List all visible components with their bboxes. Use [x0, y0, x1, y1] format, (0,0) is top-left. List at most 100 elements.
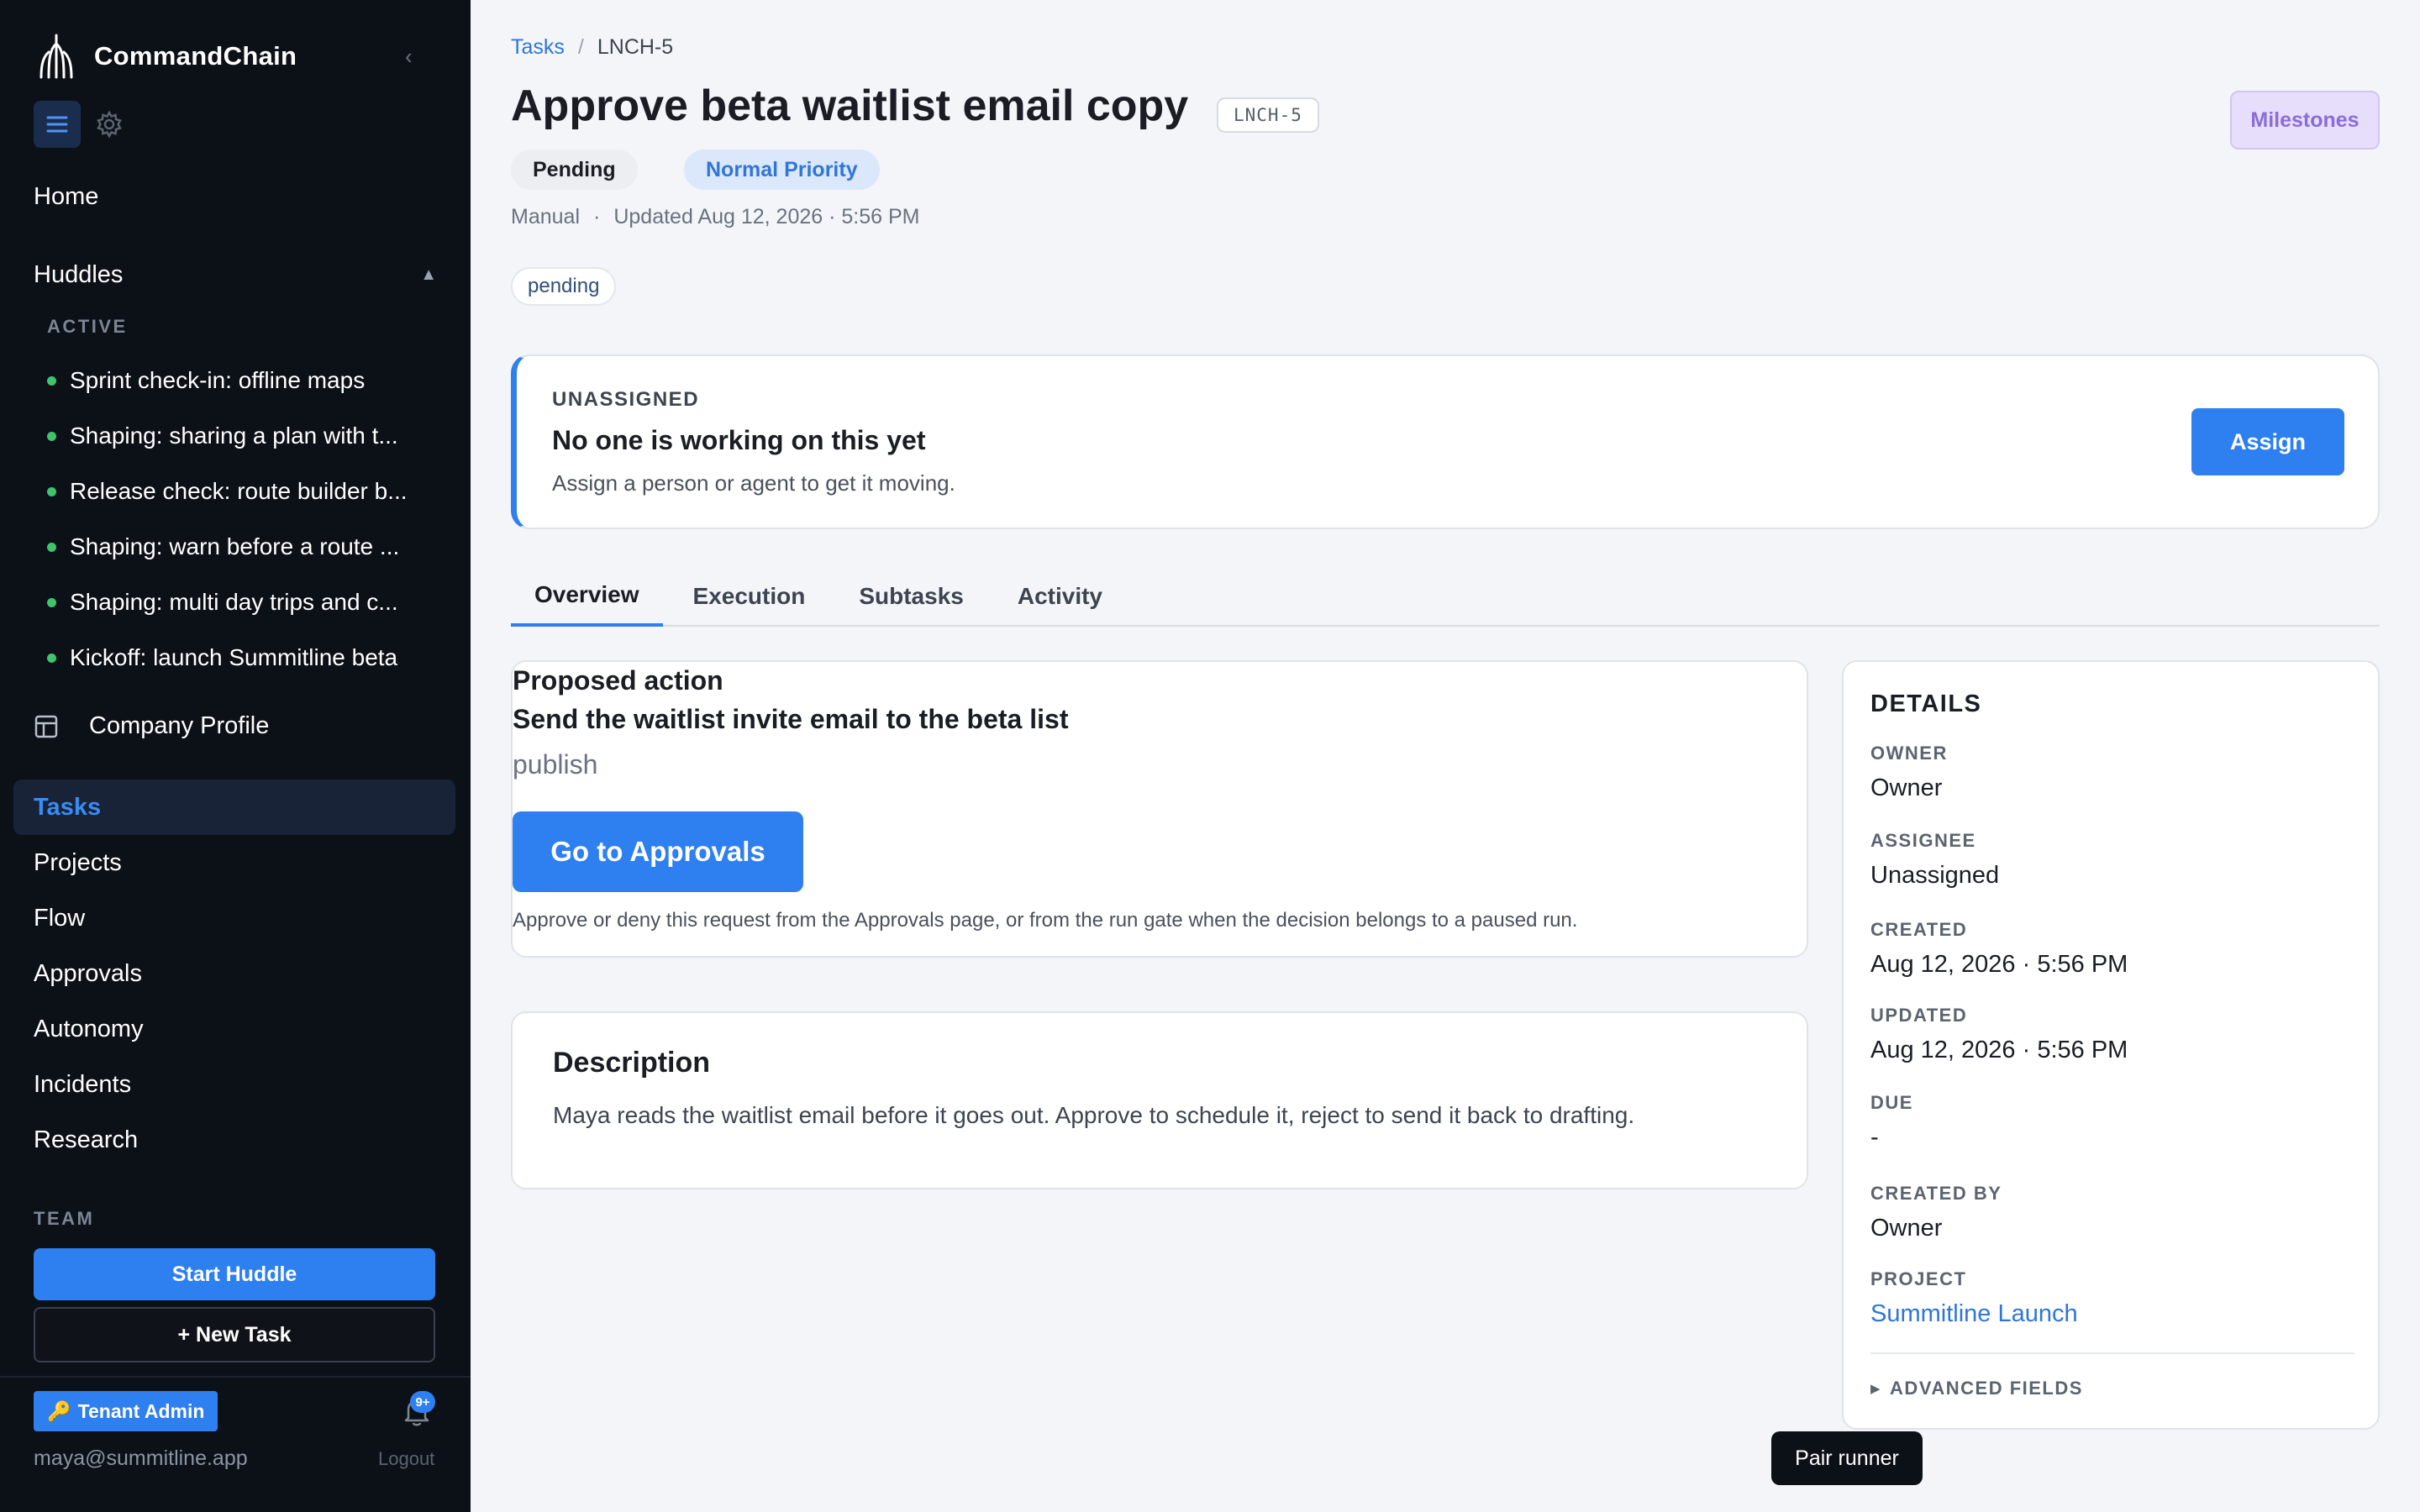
advanced-fields-label: ADVANCED FIELDS	[1890, 1378, 2083, 1399]
tab-subtasks[interactable]: Subtasks	[835, 566, 987, 627]
task-updated: Updated Aug 12, 2026 · 5:56 PM	[613, 205, 920, 228]
key-icon: 🔑	[47, 1399, 71, 1422]
proposed-action-card: Proposed action Send the waitlist invite…	[511, 660, 1808, 958]
proposed-action-kind: publish	[513, 749, 598, 780]
new-task-button[interactable]: + New Task	[34, 1307, 435, 1362]
app-name: CommandChain	[94, 41, 297, 71]
huddle-item[interactable]: Shaping: multi day trips and c...	[47, 575, 435, 630]
detail-label: CREATED BY	[1870, 1183, 2002, 1204]
detail-owner: OWNER Owner	[1870, 743, 1948, 802]
nav-autonomy[interactable]: Autonomy	[13, 1001, 455, 1057]
active-status-dot-icon	[47, 597, 56, 607]
layout-panel-icon	[34, 715, 58, 738]
task-source: Manual	[511, 205, 580, 228]
status-badge[interactable]: Pending	[511, 150, 638, 190]
proposed-action-label: Proposed action	[513, 665, 723, 696]
brand[interactable]: CommandChain	[34, 32, 297, 81]
caret-up-icon: ▲	[420, 265, 437, 284]
detail-value: Aug 12, 2026 · 5:56 PM	[1870, 1037, 2128, 1063]
sidebar: CommandChain ‹ Home Huddles ▲ ACTIVE Spr…	[0, 0, 471, 1512]
tenant-admin-badge[interactable]: 🔑 Tenant Admin	[34, 1391, 218, 1431]
milestones-button[interactable]: Milestones	[2230, 91, 2380, 150]
hamburger-icon	[46, 116, 68, 133]
tab-execution[interactable]: Execution	[670, 566, 829, 627]
nav-incidents[interactable]: Incidents	[13, 1057, 455, 1112]
huddle-label: Kickoff: launch Summitline beta	[70, 644, 398, 670]
description-title: Description	[553, 1047, 711, 1079]
unassigned-label: UNASSIGNED	[552, 388, 700, 411]
detail-due: DUE -	[1870, 1092, 1913, 1152]
active-huddles-label: ACTIVE	[47, 316, 128, 337]
huddles-section-toggle[interactable]: Huddles ▲	[34, 261, 437, 289]
pair-runner-button[interactable]: Pair runner	[1771, 1431, 1923, 1485]
huddle-item[interactable]: Sprint check-in: offline maps	[47, 353, 435, 408]
nav-projects[interactable]: Projects	[13, 835, 455, 890]
breadcrumb-tasks-link[interactable]: Tasks	[511, 35, 565, 60]
huddles-label: Huddles	[34, 261, 124, 288]
detail-value: Aug 12, 2026 · 5:56 PM	[1870, 951, 2128, 978]
nav-research[interactable]: Research	[13, 1112, 455, 1168]
priority-badge[interactable]: Normal Priority	[684, 150, 880, 190]
user-email: maya@summitline.app	[34, 1446, 248, 1470]
breadcrumb: Tasks / LNCH-5	[511, 35, 673, 60]
advanced-fields-toggle[interactable]: ▶ ADVANCED FIELDS	[1870, 1378, 2083, 1399]
active-status-dot-icon	[47, 486, 56, 496]
unassigned-title: No one is working on this yet	[552, 425, 926, 455]
start-huddle-button[interactable]: Start Huddle	[34, 1248, 435, 1300]
nav-home[interactable]: Home	[34, 183, 98, 211]
huddle-label: Sprint check-in: offline maps	[70, 367, 366, 393]
huddle-item[interactable]: Kickoff: launch Summitline beta	[47, 630, 435, 685]
active-status-dot-icon	[47, 542, 56, 552]
main-content: Tasks / LNCH-5 Approve beta waitlist ema…	[471, 0, 2420, 1512]
nav-tasks[interactable]: Tasks	[13, 780, 455, 835]
unassigned-subtitle: Assign a person or agent to get it movin…	[552, 470, 955, 496]
huddle-label: Shaping: sharing a plan with t...	[70, 423, 398, 449]
company-profile-label: Company Profile	[89, 712, 270, 739]
detail-project: PROJECT Summitline Launch	[1870, 1268, 2078, 1328]
huddle-label: Shaping: warn before a route ...	[70, 533, 400, 559]
detail-label: ASSIGNEE	[1870, 830, 1976, 851]
detail-assignee: ASSIGNEE Unassigned	[1870, 830, 1999, 890]
commandchain-logo-icon	[39, 34, 73, 79]
breadcrumb-current: LNCH-5	[597, 35, 674, 59]
tab-overview[interactable]: Overview	[511, 566, 663, 627]
nav-company-profile[interactable]: Company Profile	[34, 712, 269, 740]
project-link[interactable]: Summitline Launch	[1870, 1300, 2078, 1328]
task-tabs: Overview Execution Subtasks Activity	[511, 566, 2380, 627]
settings-button[interactable]	[92, 108, 126, 141]
collapse-sidebar-chevron-icon[interactable]: ‹	[405, 44, 427, 69]
detail-updated: UPDATED Aug 12, 2026 · 5:56 PM	[1870, 1005, 2128, 1064]
logout-link[interactable]: Logout	[378, 1448, 434, 1470]
tab-activity[interactable]: Activity	[994, 566, 1126, 627]
unassigned-card: UNASSIGNED No one is working on this yet…	[511, 354, 2380, 529]
sidebar-divider	[0, 1376, 471, 1378]
detail-value: Owner	[1870, 774, 1943, 801]
main-nav: Tasks Projects Flow Approvals Autonomy I…	[13, 780, 455, 1168]
assign-button[interactable]: Assign	[2191, 408, 2344, 475]
huddle-list: Sprint check-in: offline maps Shaping: s…	[47, 353, 435, 685]
nav-flow[interactable]: Flow	[13, 890, 455, 946]
details-divider	[1870, 1352, 2354, 1354]
team-section-label: TEAM	[34, 1208, 95, 1229]
huddle-label: Shaping: multi day trips and c...	[70, 589, 398, 615]
description-card: Description Maya reads the waitlist emai…	[511, 1011, 1808, 1189]
tag-chip[interactable]: pending	[511, 267, 617, 306]
detail-value: Owner	[1870, 1215, 1943, 1242]
go-to-approvals-button[interactable]: Go to Approvals	[513, 811, 803, 892]
detail-created: CREATED Aug 12, 2026 · 5:56 PM	[1870, 919, 2128, 979]
huddle-item[interactable]: Release check: route builder b...	[47, 464, 435, 519]
active-status-dot-icon	[47, 653, 56, 663]
huddle-label: Release check: route builder b...	[70, 478, 408, 504]
nav-approvals[interactable]: Approvals	[13, 946, 455, 1001]
active-status-dot-icon	[47, 431, 56, 441]
details-panel: DETAILS OWNER Owner ASSIGNEE Unassigned …	[1842, 660, 2380, 1430]
detail-value[interactable]: -	[1870, 1124, 1913, 1152]
approvals-note: Approve or deny this request from the Ap…	[513, 909, 1578, 932]
active-status-dot-icon	[47, 375, 56, 386]
huddle-item[interactable]: Shaping: warn before a route ...	[47, 519, 435, 575]
detail-label: PROJECT	[1870, 1268, 1967, 1289]
detail-value[interactable]: Unassigned	[1870, 862, 1999, 890]
menu-button[interactable]	[34, 101, 81, 148]
huddle-item[interactable]: Shaping: sharing a plan with t...	[47, 408, 435, 464]
task-key-chip: LNCH-5	[1217, 97, 1319, 133]
